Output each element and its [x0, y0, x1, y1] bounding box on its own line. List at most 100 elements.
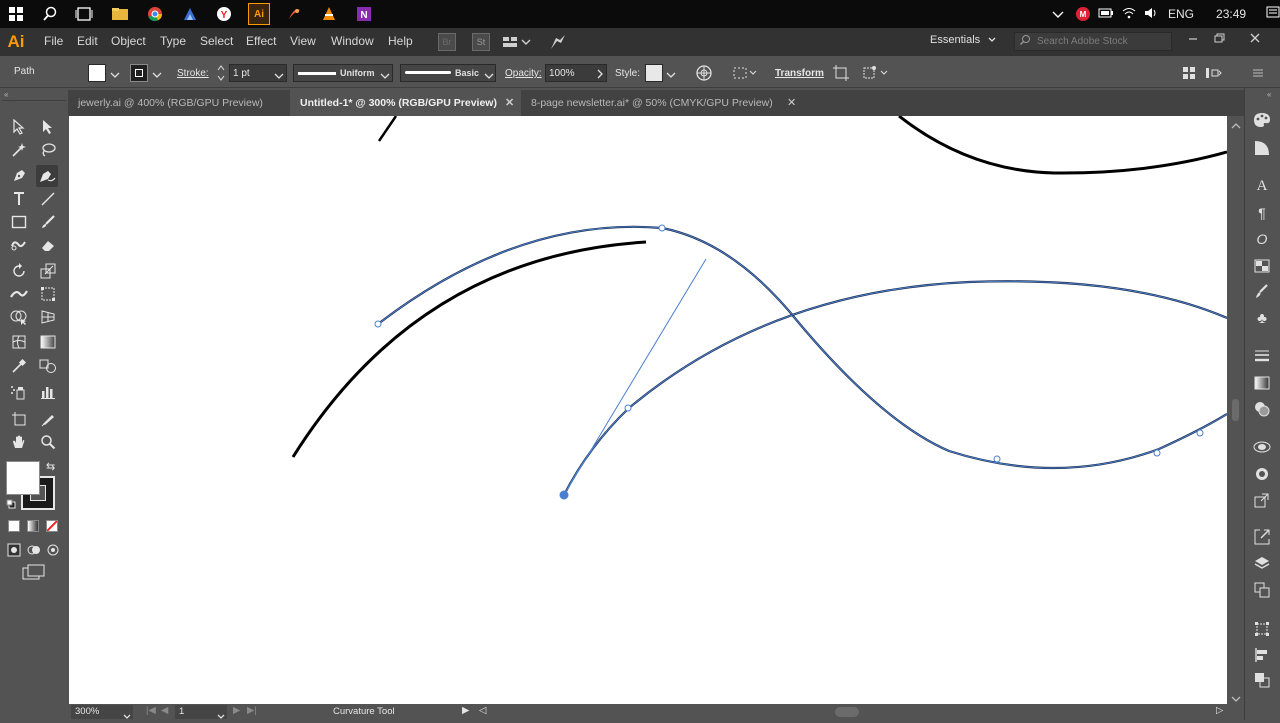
last-artboard-icon[interactable]: ▶|	[247, 705, 257, 716]
opacity-field[interactable]: 100%	[545, 64, 607, 82]
gpu-performance-icon[interactable]	[549, 33, 567, 54]
distribute-icon[interactable]	[1205, 66, 1223, 83]
scroll-thumb[interactable]	[1232, 399, 1239, 421]
tab-untitled-1[interactable]: Untitled-1* @ 300% (RGB/GPU Preview) ✕	[290, 90, 521, 116]
tab-jewerly[interactable]: jewerly.ai @ 400% (RGB/GPU Preview)	[68, 90, 290, 116]
horizontal-scroll-thumb[interactable]	[835, 707, 859, 717]
battery-icon[interactable]	[1098, 7, 1114, 21]
draw-behind-icon[interactable]	[27, 543, 41, 560]
eyedropper-tool-icon[interactable]	[8, 355, 30, 377]
gradient-tool-icon[interactable]	[37, 331, 59, 353]
first-artboard-icon[interactable]: |◀	[146, 705, 156, 716]
change-screen-mode-icon[interactable]	[22, 564, 46, 583]
workspace-switcher[interactable]: Essentials	[930, 34, 996, 46]
perspective-grid-tool-icon[interactable]	[37, 306, 59, 328]
menu-window[interactable]: Window	[331, 34, 374, 48]
zoom-level-field[interactable]: 300%	[71, 705, 133, 719]
transform-panel-icon[interactable]	[1253, 620, 1271, 638]
close-window-icon[interactable]	[1248, 31, 1262, 45]
symbol-sprayer-tool-icon[interactable]	[8, 381, 30, 403]
pen-tool-icon[interactable]	[8, 165, 30, 187]
stroke-dropdown-chevron-icon[interactable]	[152, 68, 162, 82]
type-tool-icon[interactable]	[8, 188, 30, 210]
draw-normal-icon[interactable]	[7, 543, 21, 560]
restore-window-icon[interactable]	[1212, 31, 1226, 45]
collapse-panel-icon[interactable]: «	[4, 90, 8, 99]
fill-color-swatch[interactable]	[88, 64, 106, 82]
fill-color-box[interactable]	[6, 461, 40, 495]
illustrator-taskbar-icon[interactable]: Ai	[248, 3, 270, 25]
column-graph-tool-icon[interactable]	[37, 381, 59, 403]
zoom-tool-icon[interactable]	[37, 431, 59, 453]
transform-button[interactable]: Transform	[775, 68, 824, 79]
stroke-panel-icon[interactable]	[1253, 347, 1271, 365]
width-tool-icon[interactable]	[8, 283, 30, 305]
opentype-panel-icon[interactable]: O	[1253, 230, 1271, 248]
appearance-panel-icon[interactable]	[1253, 438, 1271, 456]
onenote-icon[interactable]: N	[354, 4, 374, 24]
magic-wand-tool-icon[interactable]	[8, 139, 30, 161]
fill-dropdown-chevron-icon[interactable]	[110, 68, 120, 82]
close-tab-icon[interactable]: ✕	[787, 96, 796, 109]
artboard-canvas[interactable]	[69, 116, 1227, 704]
yandex-browser-icon[interactable]: Y	[214, 4, 234, 24]
paragraph-panel-icon[interactable]: ¶	[1253, 204, 1271, 222]
artboards-panel-icon[interactable]	[1253, 581, 1271, 599]
recolor-artwork-icon[interactable]	[695, 64, 713, 85]
asset-export-panel-icon[interactable]	[1253, 491, 1271, 509]
shaper-tool-icon[interactable]	[8, 234, 30, 256]
hand-tool-icon[interactable]	[8, 431, 30, 453]
mail-badge-icon[interactable]: M	[1076, 7, 1090, 21]
export-panel-icon[interactable]	[1253, 528, 1271, 546]
menu-effect[interactable]: Effect	[246, 34, 276, 48]
graphic-styles-panel-icon[interactable]	[1253, 465, 1271, 483]
gradient-panel-icon[interactable]	[1253, 374, 1271, 392]
status-menu-icon[interactable]: ▶	[462, 705, 469, 716]
language-indicator[interactable]: ENG	[1168, 7, 1194, 21]
menu-select[interactable]: Select	[200, 34, 233, 48]
shape-builder-tool-icon[interactable]	[8, 306, 30, 328]
blend-tool-icon[interactable]	[37, 355, 59, 377]
puppet-warp-icon[interactable]	[861, 64, 891, 85]
pathfinder-panel-icon[interactable]	[1253, 671, 1271, 689]
vertical-scrollbar[interactable]	[1227, 116, 1244, 704]
clock[interactable]: 23:49	[1216, 7, 1246, 21]
stroke-label[interactable]: Stroke:	[177, 68, 209, 79]
chrome-icon[interactable]	[145, 4, 165, 24]
eraser-tool-icon[interactable]	[37, 234, 59, 256]
close-tab-icon[interactable]: ✕	[505, 96, 514, 109]
menu-type[interactable]: Type	[160, 34, 186, 48]
notifications-icon[interactable]	[1266, 6, 1280, 23]
menu-object[interactable]: Object	[111, 34, 146, 48]
align-panel-icon[interactable]	[1253, 646, 1271, 664]
menu-help[interactable]: Help	[388, 34, 413, 48]
opacity-label[interactable]: Opacity:	[505, 68, 542, 79]
selection-tool-icon[interactable]	[8, 116, 30, 138]
arrange-documents-icon[interactable]	[502, 35, 532, 52]
menu-view[interactable]: View	[290, 34, 316, 48]
stroke-color-swatch[interactable]	[130, 64, 148, 82]
color-guide-icon[interactable]	[1253, 139, 1271, 157]
minimize-window-icon[interactable]	[1186, 31, 1200, 45]
bridge-button[interactable]: Br	[438, 33, 456, 51]
color-mode-icon[interactable]	[8, 520, 20, 532]
stock-button[interactable]: St	[472, 33, 490, 51]
menu-edit[interactable]: Edit	[77, 34, 98, 48]
brush-definition-dropdown[interactable]: Basic	[400, 64, 496, 82]
direct-selection-tool-icon[interactable]	[37, 116, 59, 138]
previous-artboard-icon[interactable]: ◀	[161, 705, 168, 716]
scroll-left-icon[interactable]: ◁	[479, 705, 486, 716]
swatches-panel-icon[interactable]	[1253, 257, 1271, 275]
variable-width-profile-dropdown[interactable]: Uniform	[293, 64, 393, 82]
none-mode-icon[interactable]	[46, 520, 58, 532]
scroll-right-icon[interactable]: ▷	[1216, 705, 1223, 716]
chevron-up-icon[interactable]	[1052, 7, 1066, 21]
paintbrush-tool-icon[interactable]	[37, 211, 59, 233]
next-artboard-icon[interactable]: ▶	[233, 705, 240, 716]
volume-icon[interactable]	[1144, 7, 1158, 22]
control-panel-menu-icon[interactable]	[1252, 67, 1264, 82]
expand-panels-icon[interactable]: «	[1267, 90, 1271, 99]
stroke-weight-stepper-icon[interactable]	[216, 63, 226, 86]
isolate-object-icon[interactable]	[832, 64, 850, 85]
app-icon[interactable]	[180, 4, 200, 24]
